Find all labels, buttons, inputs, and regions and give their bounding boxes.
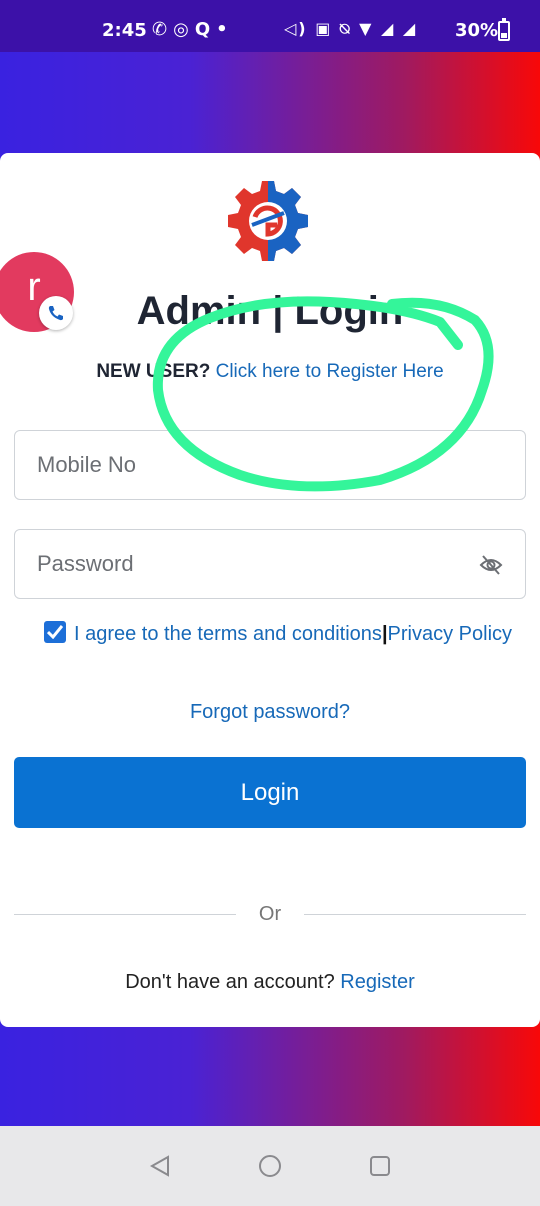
- status-icons-right: ◁) ▣ ⍉ ▼ ◢ ◢: [284, 19, 417, 39]
- volume-icon: ◁): [284, 19, 308, 38]
- new-user-label: NEW USER?: [96, 361, 211, 382]
- password-field[interactable]: [14, 529, 526, 599]
- or-divider: Or: [14, 903, 526, 927]
- new-user-row: NEW USER? Click here to Register Here: [0, 361, 540, 383]
- battery-level: 30%: [455, 20, 499, 41]
- vowifi-icon: ▣: [315, 19, 333, 38]
- dot-icon: •: [216, 19, 234, 40]
- terms-row: I agree to the terms and conditions|Priv…: [44, 617, 514, 651]
- status-bar: 2:45 ✆◎Q• ◁) ▣ ⍉ ▼ ◢ ◢ 30%: [0, 0, 540, 52]
- phone-icon: [48, 306, 63, 321]
- status-time: 2:45: [102, 20, 147, 41]
- navigation-bar: [0, 1126, 540, 1206]
- eye-off-icon[interactable]: [479, 554, 503, 576]
- forgot-password-link[interactable]: Forgot password?: [0, 701, 540, 724]
- mobile-field[interactable]: [14, 430, 526, 500]
- recents-icon[interactable]: [368, 1154, 392, 1178]
- register-link[interactable]: Register: [340, 971, 414, 993]
- terms-link[interactable]: I agree to the terms and conditions: [74, 623, 382, 645]
- register-prompt: Don't have an account?: [125, 971, 335, 993]
- back-icon[interactable]: [148, 1154, 172, 1178]
- mute-icon: ⍉: [339, 19, 352, 38]
- battery-icon: [498, 18, 510, 41]
- instagram-icon: ◎: [173, 19, 195, 40]
- terms-checkbox[interactable]: [44, 621, 66, 643]
- register-here-link[interactable]: Click here to Register Here: [216, 361, 444, 382]
- home-icon[interactable]: [258, 1154, 282, 1178]
- divider-line: [304, 914, 526, 915]
- wifi-icon: ▼: [359, 19, 374, 38]
- q-icon: Q: [194, 19, 217, 40]
- chat-head-phone-badge: [39, 296, 73, 330]
- checkmark-icon: [47, 625, 63, 639]
- logo-icon: [228, 181, 308, 261]
- privacy-policy-link[interactable]: Privacy Policy: [388, 623, 512, 645]
- login-button[interactable]: Login: [14, 757, 526, 828]
- mobile-input[interactable]: [15, 431, 525, 499]
- signal-icon: ◢: [402, 19, 418, 38]
- login-card: Admin | Login NEW USER? Click here to Re…: [0, 153, 540, 1027]
- register-row: Don't have an account? Register: [0, 971, 540, 994]
- phone-call-icon: ✆: [152, 19, 174, 40]
- status-icons-left: ✆◎Q•: [152, 19, 234, 40]
- page-title: Admin | Login: [136, 289, 404, 333]
- signal-icon: ◢: [380, 19, 396, 38]
- password-input[interactable]: [15, 530, 525, 598]
